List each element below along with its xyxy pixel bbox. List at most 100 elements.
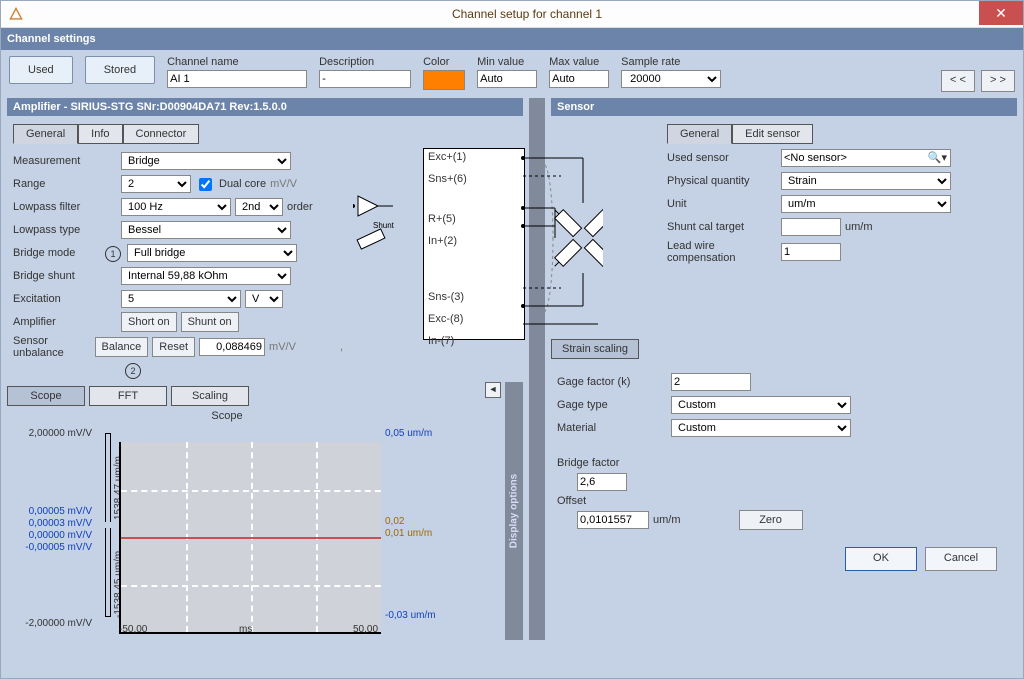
y-bot-label: -2,00000 mV/V: [7, 618, 92, 629]
dualcore-label: Dual core: [219, 178, 266, 190]
y-top-label: 2,00000 mV/V: [7, 428, 92, 439]
display-options-bar[interactable]: Display options: [505, 382, 523, 640]
bridgef-label: Bridge factor: [557, 457, 619, 469]
min-input[interactable]: [477, 70, 537, 88]
max-group: Max value: [549, 56, 609, 88]
sample-group: Sample rate 20000: [621, 56, 721, 88]
material-label: Material: [557, 422, 667, 434]
titlebar: Channel setup for channel 1 ✕: [1, 1, 1023, 28]
annotation-1: 1: [105, 246, 121, 262]
short-on-button[interactable]: Short on: [121, 312, 177, 332]
zero-button[interactable]: Zero: [739, 510, 803, 530]
bridgef-input[interactable]: [577, 473, 627, 491]
shuntcal-label: Shunt cal target: [667, 221, 777, 233]
r-mid1: 0,02: [385, 516, 404, 527]
physq-select[interactable]: Strain: [781, 172, 951, 190]
used-sensor-label: Used sensor: [667, 152, 777, 164]
sensor-tab-edit[interactable]: Edit sensor: [732, 124, 813, 144]
max-input[interactable]: [549, 70, 609, 88]
max-label: Max value: [549, 56, 609, 68]
color-swatch[interactable]: [423, 70, 465, 90]
close-button[interactable]: ✕: [979, 1, 1023, 25]
measurement-select[interactable]: Bridge: [121, 152, 291, 170]
measurement-label: Measurement: [13, 155, 117, 167]
description-group: Description: [319, 56, 411, 88]
collapse-button[interactable]: ◄: [485, 382, 501, 398]
sensor-unbalance-label: Sensor unbalance: [13, 335, 91, 359]
offset-unit: um/m: [653, 514, 681, 526]
amplifier-label: Amplifier: [13, 316, 117, 328]
lowpass-type-label: Lowpass type: [13, 224, 117, 236]
description-input[interactable]: [319, 70, 411, 88]
lowpass-order-select[interactable]: 2nd: [235, 198, 283, 216]
balance-button[interactable]: Balance: [95, 337, 149, 357]
aux-2: 0,00000 mV/V: [7, 530, 92, 541]
excitation-select[interactable]: 5: [121, 290, 241, 308]
description-label: Description: [319, 56, 411, 68]
wiring-diagram: Shunt Exc+(1) Sns+(6) R+(5) In+(2) Sns-(…: [383, 148, 517, 338]
tab-scaling[interactable]: Scaling: [171, 386, 249, 406]
lowpass-type-select[interactable]: Bessel: [121, 221, 291, 239]
used-button[interactable]: Used: [9, 56, 73, 84]
top-row: Used Stored Channel name Description Col…: [1, 50, 1023, 98]
used-sensor-input[interactable]: [781, 149, 951, 167]
aux-3: -0,00005 mV/V: [7, 542, 92, 553]
tab-general[interactable]: General: [13, 124, 78, 144]
unbalance-value[interactable]: [199, 338, 265, 356]
tab-fft[interactable]: FFT: [89, 386, 167, 406]
sample-select[interactable]: 20000: [621, 70, 721, 88]
offset-input[interactable]: [577, 511, 649, 529]
window-title: Channel setup for channel 1: [31, 7, 1023, 21]
x-right: 50,00: [353, 624, 378, 635]
excitation-unit-select[interactable]: V: [245, 290, 283, 308]
gagef-label: Gage factor (k): [557, 376, 667, 388]
channel-name-input[interactable]: [167, 70, 307, 88]
prev-channel-button[interactable]: < <: [941, 70, 975, 92]
range-select[interactable]: 2: [121, 175, 191, 193]
next-channel-button[interactable]: > >: [981, 70, 1015, 92]
app-logo-icon: [9, 7, 23, 21]
bridge-shunt-select[interactable]: Internal 59,88 kOhm: [121, 267, 291, 285]
lowpass-filter-label: Lowpass filter: [13, 201, 117, 213]
dualcore-checkbox[interactable]: [199, 178, 212, 191]
x-mid: ms: [239, 624, 252, 635]
scope-plot[interactable]: [119, 442, 381, 634]
gaget-select[interactable]: Custom: [671, 396, 851, 414]
sensor-title: Sensor: [551, 98, 1017, 116]
ok-button[interactable]: OK: [845, 547, 917, 571]
scope-title: Scope: [97, 410, 357, 422]
unit-select[interactable]: um/m: [781, 195, 951, 213]
right-column: Sensor General Edit sensor Used sensor 🔍…: [551, 98, 1017, 640]
r-bot: -0,03 um/m: [385, 610, 436, 621]
shuntcal-unit: um/m: [845, 221, 873, 233]
channel-name-group: Channel name: [167, 56, 307, 88]
aux-0: 0,00005 mV/V: [7, 506, 92, 517]
channel-settings-header: Channel settings: [1, 28, 1023, 50]
leadwire-input[interactable]: [781, 243, 841, 261]
search-icon[interactable]: 🔍▾: [928, 151, 947, 164]
range-label: Range: [13, 178, 117, 190]
reset-button[interactable]: Reset: [152, 337, 195, 357]
shunt-on-button[interactable]: Shunt on: [181, 312, 239, 332]
gagef-input[interactable]: [671, 373, 751, 391]
tab-info[interactable]: Info: [78, 124, 122, 144]
bridge-mode-select[interactable]: Full bridge: [127, 244, 297, 262]
x-left: -50,00: [119, 624, 147, 635]
gaget-label: Gage type: [557, 399, 667, 411]
tab-connector[interactable]: Connector: [123, 124, 200, 144]
window: Channel setup for channel 1 ✕ Channel se…: [0, 0, 1024, 679]
tab-scope[interactable]: Scope: [7, 386, 85, 406]
sensor-tab-general[interactable]: General: [667, 124, 732, 144]
stored-button[interactable]: Stored: [85, 56, 155, 84]
material-select[interactable]: Custom: [671, 419, 851, 437]
bridge-wiring-icon: [383, 148, 603, 348]
lowpass-filter-select[interactable]: 100 Hz: [121, 198, 231, 216]
cancel-button[interactable]: Cancel: [925, 547, 997, 571]
unit-label: Unit: [667, 198, 777, 210]
shuntcal-input[interactable]: [781, 218, 841, 236]
r-top: 0,05 um/m: [385, 428, 432, 439]
order-label: order: [287, 201, 313, 213]
amplifier-title: Amplifier - SIRIUS-STG SNr:D00904DA71 Re…: [7, 98, 523, 116]
aux-1: 0,00003 mV/V: [7, 518, 92, 529]
offset-label: Offset: [557, 495, 586, 507]
